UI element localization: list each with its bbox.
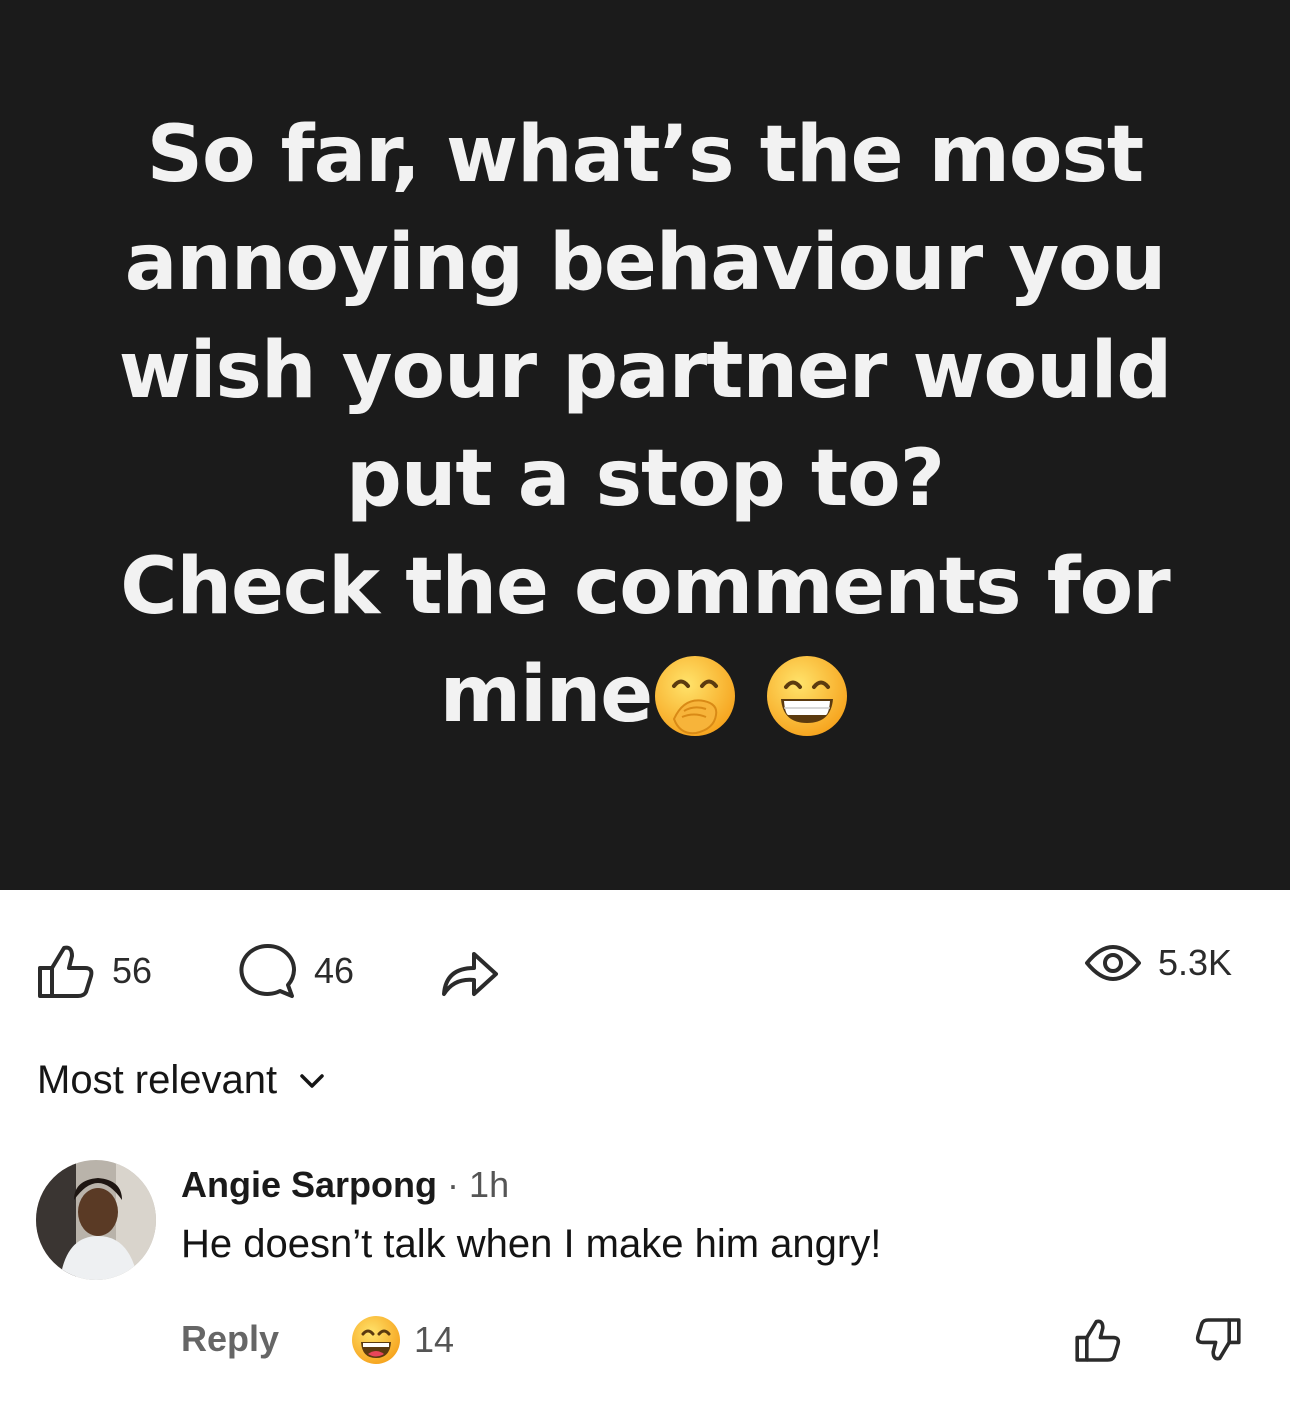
thumbs-up-icon	[38, 945, 94, 998]
avatar-photo	[36, 1160, 156, 1280]
post-last-line: mine	[85, 641, 1205, 749]
like-button[interactable]: 56	[36, 942, 152, 1000]
share-button[interactable]	[440, 942, 500, 1000]
thumbs-up-icon	[1075, 1319, 1121, 1362]
reaction-summary[interactable]: 14	[350, 1314, 454, 1366]
post-line: Check the comments for	[120, 542, 1170, 632]
comment-actions: Reply 14	[0, 1316, 1290, 1369]
comment-item: Angie Sarpong · 1h He doesn’t talk when …	[0, 1150, 1290, 1402]
chevron-down-icon	[300, 1073, 324, 1088]
comment-button[interactable]: 46	[238, 942, 354, 1000]
post-image[interactable]: So far, what’s the most annoying behavio…	[0, 0, 1290, 890]
reply-button[interactable]: Reply	[181, 1318, 279, 1360]
reaction-count: 14	[414, 1319, 455, 1360]
grinning-face-emoji	[767, 656, 848, 736]
comment-sort-dropdown[interactable]: Most relevant	[37, 1058, 325, 1103]
eye-icon	[1085, 945, 1141, 981]
comment-text: He doesn’t talk when I make him angry!	[181, 1222, 882, 1266]
comment-like-button[interactable]	[1074, 1316, 1122, 1369]
post-text: So far, what’s the most annoying behavio…	[85, 101, 1205, 749]
view-count-stat: 5.3K	[1084, 942, 1232, 984]
comment-author[interactable]: Angie Sarpong	[181, 1164, 437, 1205]
post-line: annoying behaviour you	[124, 218, 1167, 308]
sort-label: Most relevant	[37, 1058, 278, 1102]
laughing-face-emoji	[352, 1316, 400, 1364]
comment-icon	[239, 943, 296, 998]
comment-dislike-button[interactable]	[1194, 1316, 1242, 1369]
thumbs-down-icon	[1195, 1318, 1241, 1361]
post-line: wish your partner would	[118, 326, 1173, 416]
hand-over-mouth-emoji	[655, 656, 736, 736]
comment-time: 1h	[469, 1164, 510, 1205]
post-line: put a stop to?	[345, 434, 945, 524]
post-line: So far, what’s the most	[146, 110, 1144, 200]
comment-separator: ·	[447, 1164, 460, 1205]
avatar[interactable]	[36, 1160, 156, 1280]
post-stats-bar: 56 46 5.3K	[0, 930, 1290, 1014]
post-line: mine	[439, 650, 653, 740]
comment-count: 46	[314, 950, 355, 991]
like-count: 56	[112, 950, 153, 991]
comment-header: Angie Sarpong · 1h	[181, 1164, 509, 1206]
share-icon	[442, 952, 498, 996]
view-count: 5.3K	[1158, 942, 1233, 983]
